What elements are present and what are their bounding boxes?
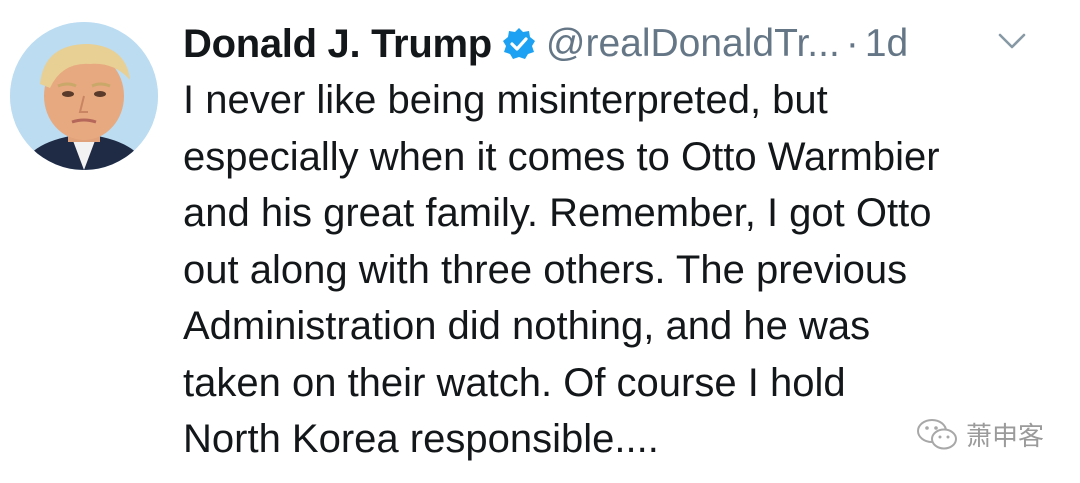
wechat-logo-icon xyxy=(916,417,960,453)
watermark: 萧申客 xyxy=(916,416,1044,453)
separator-dot: · xyxy=(845,22,859,65)
tweet-header: Donald J. Trump @realDonaldTr... · 1d xyxy=(183,16,908,72)
chevron-down-icon[interactable] xyxy=(997,30,1027,52)
tweet-timestamp[interactable]: 1d xyxy=(865,22,908,66)
user-handle[interactable]: @realDonaldTr... xyxy=(546,22,840,66)
watermark-text: 萧申客 xyxy=(966,422,1045,452)
tweet-card[interactable]: Donald J. Trump @realDonaldTr... · 1d I … xyxy=(0,0,1080,483)
avatar-portrait-icon xyxy=(10,22,158,170)
display-name[interactable]: Donald J. Trump xyxy=(183,22,492,67)
verified-badge-icon xyxy=(502,27,536,61)
tweet-text: I never like being misinterpreted, but e… xyxy=(183,78,940,461)
avatar[interactable] xyxy=(10,22,158,170)
